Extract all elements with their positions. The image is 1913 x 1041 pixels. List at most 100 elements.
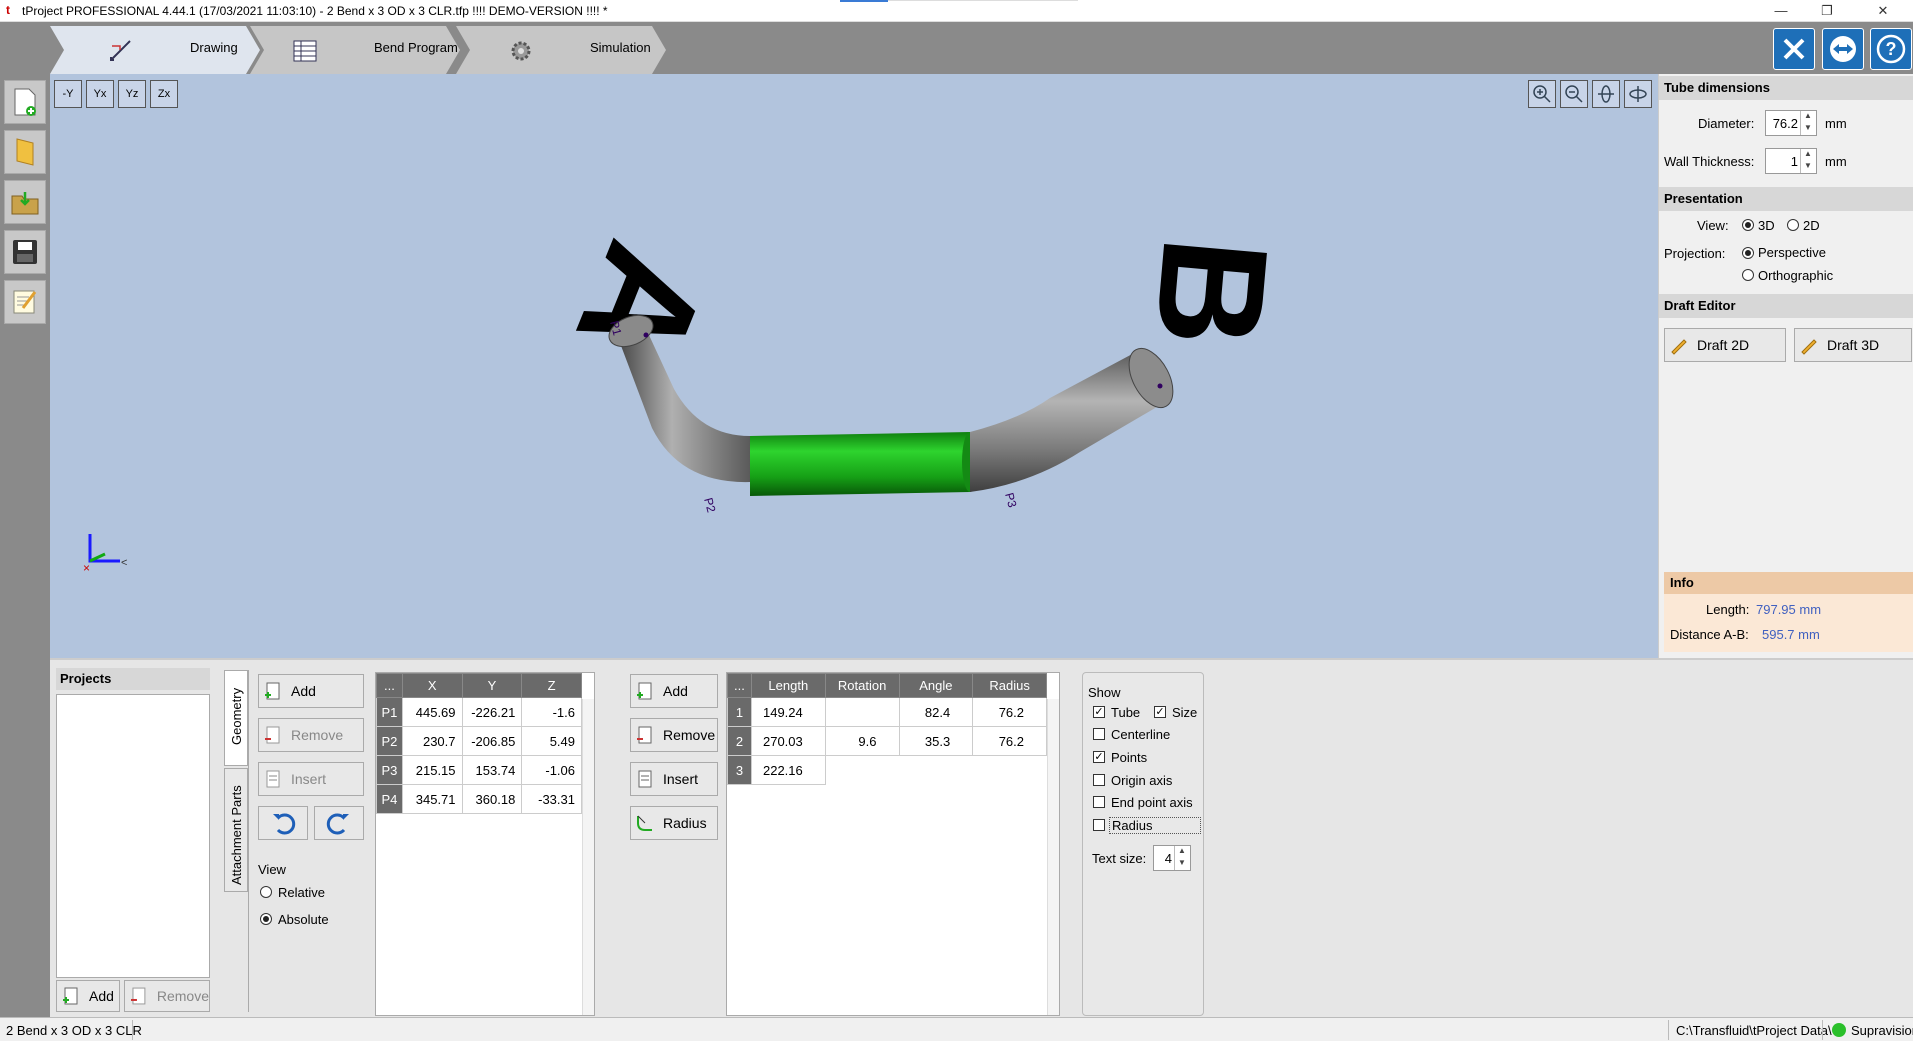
- new-file-button[interactable]: [4, 80, 46, 124]
- view-2d-radio[interactable]: [1787, 219, 1799, 231]
- projects-header: Projects: [56, 668, 210, 690]
- segment-insert-button[interactable]: Insert: [630, 762, 718, 796]
- table-row[interactable]: P4 345.71 360.18 -33.31: [376, 784, 582, 814]
- tools-button[interactable]: [1773, 28, 1815, 70]
- radius-checkbox[interactable]: [1093, 819, 1105, 831]
- orthographic-radio[interactable]: [1742, 269, 1754, 281]
- relative-radio[interactable]: [260, 886, 272, 898]
- wall-thickness-stepper-arrows[interactable]: [1800, 149, 1816, 173]
- table-row[interactable]: P2 230.7 -206.85 5.49: [376, 726, 582, 756]
- table-row[interactable]: P1 445.69 -226.21 -1.6: [376, 697, 582, 727]
- point-insert-button[interactable]: Insert: [258, 762, 364, 796]
- save-button[interactable]: [4, 230, 46, 274]
- table-row[interactable]: 2 270.03 9.6 35.3 76.2: [727, 726, 1047, 756]
- diameter-unit: mm: [1825, 116, 1847, 131]
- point-z-cell[interactable]: -1.06: [521, 755, 582, 785]
- segments-scrollbar[interactable]: [1047, 699, 1059, 1015]
- diameter-spinner[interactable]: 76.2: [1765, 110, 1817, 136]
- centerline-checkbox[interactable]: [1093, 728, 1105, 740]
- points-col-menu[interactable]: ...: [376, 673, 403, 698]
- point-x-cell[interactable]: 230.7: [401, 726, 463, 756]
- open-file-button[interactable]: [4, 130, 46, 174]
- point-remove-button[interactable]: Remove: [258, 718, 364, 752]
- tab-bend-program[interactable]: Bend Program: [250, 26, 460, 74]
- segment-length-cell[interactable]: 270.03: [750, 726, 826, 756]
- text-size-stepper-arrows[interactable]: [1174, 846, 1190, 870]
- point-y-cell[interactable]: 360.18: [461, 784, 523, 814]
- point-x-cell[interactable]: 345.71: [401, 784, 463, 814]
- close-button[interactable]: ✕: [1860, 0, 1906, 22]
- point-y-cell[interactable]: -226.21: [461, 697, 523, 727]
- segment-rotation-cell[interactable]: [824, 697, 900, 727]
- status-divider: [132, 1020, 133, 1040]
- view-label: View:: [1697, 218, 1729, 233]
- title-bar: t tProject PROFESSIONAL 4.44.1 (17/03/20…: [0, 0, 1913, 22]
- import-button[interactable]: [4, 180, 46, 224]
- tab-simulation[interactable]: Simulation: [456, 26, 666, 74]
- point-x-cell[interactable]: 445.69: [401, 697, 463, 727]
- tab-geometry[interactable]: Geometry: [224, 670, 248, 766]
- size-checkbox[interactable]: ✓: [1154, 706, 1166, 718]
- origin-axis-checkbox[interactable]: [1093, 774, 1105, 786]
- segment-length-cell[interactable]: 149.24: [750, 697, 826, 727]
- point-y-cell[interactable]: 153.74: [461, 755, 523, 785]
- segment-radius-button[interactable]: Radius: [630, 806, 718, 840]
- table-icon: [292, 38, 318, 64]
- tab-geometry-label: Geometry: [229, 687, 244, 745]
- end-point-axis-checkbox[interactable]: [1093, 796, 1105, 808]
- segments-col-menu[interactable]: ...: [727, 673, 752, 698]
- point-y-cell[interactable]: -206.85: [461, 726, 523, 756]
- points-checkbox[interactable]: ✓: [1093, 751, 1105, 763]
- 3d-viewport[interactable]: -Y Yx Yz Zx A B P1 P2 P3 × <: [50, 74, 1658, 658]
- segment-rotation-cell[interactable]: 9.6: [824, 726, 900, 756]
- project-add-button[interactable]: Add: [56, 980, 120, 1012]
- point-z-cell[interactable]: -1.6: [521, 697, 582, 727]
- segment-add-button[interactable]: Add: [630, 674, 718, 708]
- tab-attachment-parts[interactable]: Attachment Parts: [224, 768, 248, 892]
- view-3d-label: 3D: [1758, 218, 1775, 233]
- segment-radius-cell[interactable]: 76.2: [972, 697, 1047, 727]
- table-row[interactable]: 3 222.16: [727, 755, 1047, 785]
- project-remove-button[interactable]: Remove: [124, 980, 210, 1012]
- segment-remove-button[interactable]: Remove: [630, 718, 718, 752]
- teamviewer-button[interactable]: [1822, 28, 1864, 70]
- teamviewer-icon: [1830, 36, 1856, 62]
- table-row[interactable]: P3 215.15 153.74 -1.06: [376, 755, 582, 785]
- segment-angle-cell[interactable]: 82.4: [898, 697, 974, 727]
- point-x-cell[interactable]: 215.15: [401, 755, 463, 785]
- restore-button[interactable]: ❐: [1804, 0, 1850, 22]
- absolute-radio[interactable]: [260, 913, 272, 925]
- point-z-cell[interactable]: 5.49: [521, 726, 582, 756]
- presentation-header: Presentation: [1659, 187, 1913, 211]
- redo-button[interactable]: [314, 806, 364, 840]
- radius-label: Radius: [1109, 817, 1201, 834]
- segment-radius-cell[interactable]: 76.2: [972, 726, 1047, 756]
- notes-button[interactable]: [4, 280, 46, 324]
- show-header: Show: [1088, 685, 1121, 700]
- show-panel: Show ✓ Tube ✓ Size Centerline ✓ Points O…: [1082, 672, 1204, 1016]
- point-z-cell[interactable]: -33.31: [521, 784, 582, 814]
- perspective-radio[interactable]: [1742, 247, 1754, 259]
- tube-checkbox[interactable]: ✓: [1093, 706, 1105, 718]
- draft-3d-button[interactable]: Draft 3D: [1794, 328, 1912, 362]
- wall-thickness-value: 1: [1790, 154, 1798, 169]
- wall-thickness-spinner[interactable]: 1: [1765, 148, 1817, 174]
- points-scrollbar[interactable]: [582, 699, 594, 1015]
- draft-3d-label: Draft 3D: [1827, 337, 1880, 353]
- radius-icon: [637, 815, 652, 831]
- projects-list[interactable]: [56, 694, 210, 978]
- view-3d-radio[interactable]: [1742, 219, 1754, 231]
- help-button[interactable]: ?: [1870, 28, 1912, 70]
- table-row[interactable]: 1 149.24 82.4 76.2: [727, 697, 1047, 727]
- undo-button[interactable]: [258, 806, 308, 840]
- segment-angle-cell[interactable]: 35.3: [898, 726, 974, 756]
- info-header: Info: [1664, 572, 1913, 594]
- minimize-button[interactable]: —: [1758, 0, 1804, 22]
- text-size-spinner[interactable]: 4: [1153, 845, 1191, 871]
- diameter-stepper-arrows[interactable]: [1800, 111, 1816, 135]
- point-add-button[interactable]: Add: [258, 674, 364, 708]
- tab-drawing[interactable]: Drawing: [50, 26, 260, 74]
- draft-2d-button[interactable]: Draft 2D: [1664, 328, 1786, 362]
- segment-length-cell[interactable]: 222.16: [750, 755, 826, 785]
- absolute-label: Absolute: [278, 912, 329, 927]
